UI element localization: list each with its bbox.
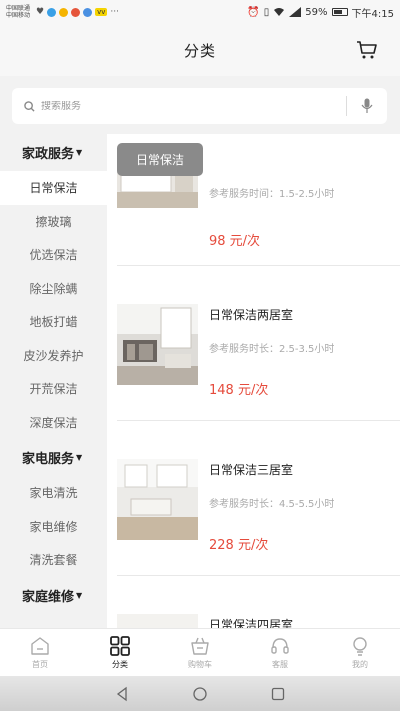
sidebar-item-premium-cleaning[interactable]: 优选保洁 xyxy=(0,238,107,272)
sidebar-item-daily-cleaning[interactable]: 日常保洁 xyxy=(0,171,107,205)
nav-cart[interactable]: 购物车 xyxy=(160,629,240,676)
search-divider xyxy=(346,96,347,116)
product-price: 148 元/次 xyxy=(209,383,269,398)
nav-label: 购物车 xyxy=(188,660,212,669)
carrier-1: 中国联通 xyxy=(6,5,31,12)
caret-down-icon: ▼ xyxy=(76,453,83,462)
nav-profile[interactable]: 我的 xyxy=(320,629,400,676)
search-icon xyxy=(24,100,35,112)
category-group-header[interactable]: 家庭维修 ▼ xyxy=(0,577,107,614)
sidebar-item-deep-cleaning[interactable]: 深度保洁 xyxy=(0,406,107,440)
sidebar-item-appliance-repair[interactable]: 家电维修 xyxy=(0,510,107,544)
product-panel[interactable]: 日常保洁 参考服务时间：1.5-2.5小时 98 元/次 日常保洁两居室 参考服… xyxy=(107,134,400,628)
product-duration: 参考服务时间：1.5-2.5小时 xyxy=(209,189,335,200)
more-notifications: ··· xyxy=(110,7,119,17)
vibrate-icon: ▯ xyxy=(263,6,270,18)
caret-down-icon: ▼ xyxy=(76,590,83,600)
wifi-icon xyxy=(274,8,285,16)
category-icon xyxy=(110,636,130,656)
product-card[interactable]: 日常保洁两居室 参考服务时长：2.5-3.5小时 148 元/次 xyxy=(117,266,400,421)
product-card[interactable]: 日常保洁三居室 参考服务时长：4.5-5.5小时 228 元/次 xyxy=(117,421,400,576)
vv-badge: vv xyxy=(95,8,108,16)
notification-icons: ♥ vv ··· xyxy=(36,7,119,17)
system-nav-bar xyxy=(0,676,400,711)
product-name: 日常保洁四居室 xyxy=(209,618,294,628)
product-price: 98 元/次 xyxy=(209,234,261,249)
sidebar-item-floor-waxing[interactable]: 地板打蜡 xyxy=(0,305,107,339)
carrier-info: 中国联通 中国移动 xyxy=(6,5,30,19)
battery-icon xyxy=(331,8,348,16)
back-icon[interactable] xyxy=(114,686,130,702)
category-group-title: 家电服务 xyxy=(22,452,75,467)
title-bar: 分类 xyxy=(0,24,400,76)
product-price: 228 元/次 xyxy=(209,538,269,553)
search-bar[interactable] xyxy=(12,88,387,124)
recent-apps-icon[interactable] xyxy=(270,686,286,702)
product-name: 日常保洁两居室 xyxy=(209,308,294,322)
sidebar-item-cleaning-package[interactable]: 清洗套餐 xyxy=(0,543,107,577)
clock: 下午4:15 xyxy=(351,8,394,20)
category-sidebar[interactable]: 家政服务 ▼ 日常保洁 擦玻璃 优选保洁 除尘除螨 地板打蜡 皮沙发养护 开荒保洁… xyxy=(0,134,107,628)
cell-signal-icon xyxy=(289,7,302,17)
category-group-title: 家庭维修 xyxy=(22,589,75,605)
sidebar-item-move-in-cleaning[interactable]: 开荒保洁 xyxy=(0,372,107,406)
status-right: ⏰ ▯ 59% 下午4:15 xyxy=(247,5,394,20)
shopping-basket-icon xyxy=(191,637,209,655)
profile-icon xyxy=(353,637,367,656)
product-duration: 参考服务时长：2.5-3.5小时 xyxy=(209,344,335,355)
app-notification-icon xyxy=(47,7,57,17)
headset-icon xyxy=(271,638,289,654)
category-group-header[interactable]: 家电服务 ▼ xyxy=(0,439,107,476)
app-notification-icon xyxy=(83,7,93,17)
alarm-icon: ⏰ xyxy=(247,6,260,18)
search-area xyxy=(0,76,400,134)
signal-heart-icon: ♥ xyxy=(36,7,45,17)
bottom-nav: 首页 分类 购物车 客服 我的 xyxy=(0,628,400,676)
sidebar-item-appliance-cleaning[interactable]: 家电清洗 xyxy=(0,476,107,510)
microphone-icon[interactable] xyxy=(361,98,373,114)
product-name: 日常保洁三居室 xyxy=(209,463,294,477)
product-card[interactable]: 日常保洁四居室 xyxy=(117,576,400,628)
status-bar: 中国联通 中国移动 ♥ vv ··· ⏰ ▯ 59% 下午4:15 xyxy=(0,0,400,24)
product-list: 参考服务时间：1.5-2.5小时 98 元/次 日常保洁两居室 参考服务时长：2… xyxy=(107,134,400,628)
nav-home[interactable]: 首页 xyxy=(0,629,80,676)
nav-category[interactable]: 分类 xyxy=(80,629,160,676)
search-input[interactable] xyxy=(41,100,331,112)
category-group-header[interactable]: 家政服务 ▼ xyxy=(0,134,107,171)
sidebar-item-leather-sofa-care[interactable]: 皮沙发养护 xyxy=(0,339,107,373)
caret-down-icon: ▼ xyxy=(76,148,83,157)
cart-icon[interactable] xyxy=(356,40,378,60)
product-image xyxy=(117,614,198,628)
app-notification-icon xyxy=(59,7,69,17)
product-duration: 参考服务时长：4.5-5.5小时 xyxy=(209,499,335,510)
product-image xyxy=(117,304,198,385)
product-image xyxy=(117,459,198,540)
home-button-icon[interactable] xyxy=(192,686,208,702)
app-notification-icon xyxy=(71,7,81,17)
nav-service[interactable]: 客服 xyxy=(240,629,320,676)
page-title: 分类 xyxy=(183,41,216,60)
sidebar-item-dust-mite-removal[interactable]: 除尘除螨 xyxy=(0,272,107,306)
category-group-title: 家政服务 xyxy=(22,147,75,162)
sidebar-item-window-cleaning[interactable]: 擦玻璃 xyxy=(0,205,107,239)
carrier-2: 中国移动 xyxy=(6,12,31,19)
battery-percent: 59% xyxy=(305,6,328,18)
nav-label: 客服 xyxy=(272,660,288,669)
nav-label: 首页 xyxy=(32,660,48,669)
nav-label: 分类 xyxy=(112,660,128,669)
nav-label: 我的 xyxy=(352,660,368,669)
home-icon xyxy=(31,637,49,655)
section-tag: 日常保洁 xyxy=(117,143,203,176)
